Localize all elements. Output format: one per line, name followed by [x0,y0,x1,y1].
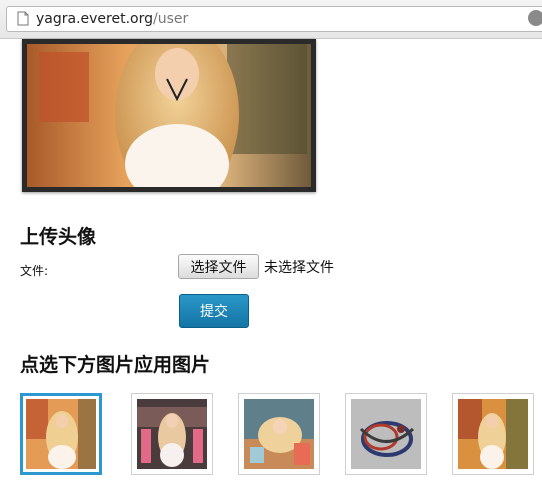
url-path: /user [153,11,189,27]
choose-file-button[interactable]: 选择文件 [178,254,259,279]
gallery-thumb-4[interactable] [345,393,427,475]
thumb-image-2 [137,399,207,469]
current-avatar [22,39,316,192]
browser-toolbar: yagra.everet.org/user [0,0,542,39]
file-status: 未选择文件 [264,260,334,276]
thumb-image-1 [26,399,96,469]
gallery-thumb-1[interactable] [20,393,102,475]
thumb-image-3 [244,399,314,469]
avatar-photo [27,44,311,187]
address-bar[interactable]: yagra.everet.org/user [6,6,542,32]
gallery-thumb-5[interactable] [452,393,534,475]
file-label: 文件: [20,264,49,278]
page-icon [17,11,29,26]
submit-button[interactable]: 提交 [179,294,249,328]
url-host: yagra.everet.org [36,11,154,27]
extension-icon[interactable] [528,10,542,26]
gallery-thumb-2[interactable] [131,393,213,475]
gallery-thumb-3[interactable] [238,393,320,475]
thumb-image-4 [351,399,421,469]
url-text: yagra.everet.org/user [36,11,188,28]
gallery-section-title: 点选下方图片应用图片 [20,354,211,376]
thumb-image-5 [458,399,528,469]
upload-section-title: 上传头像 [20,226,97,248]
